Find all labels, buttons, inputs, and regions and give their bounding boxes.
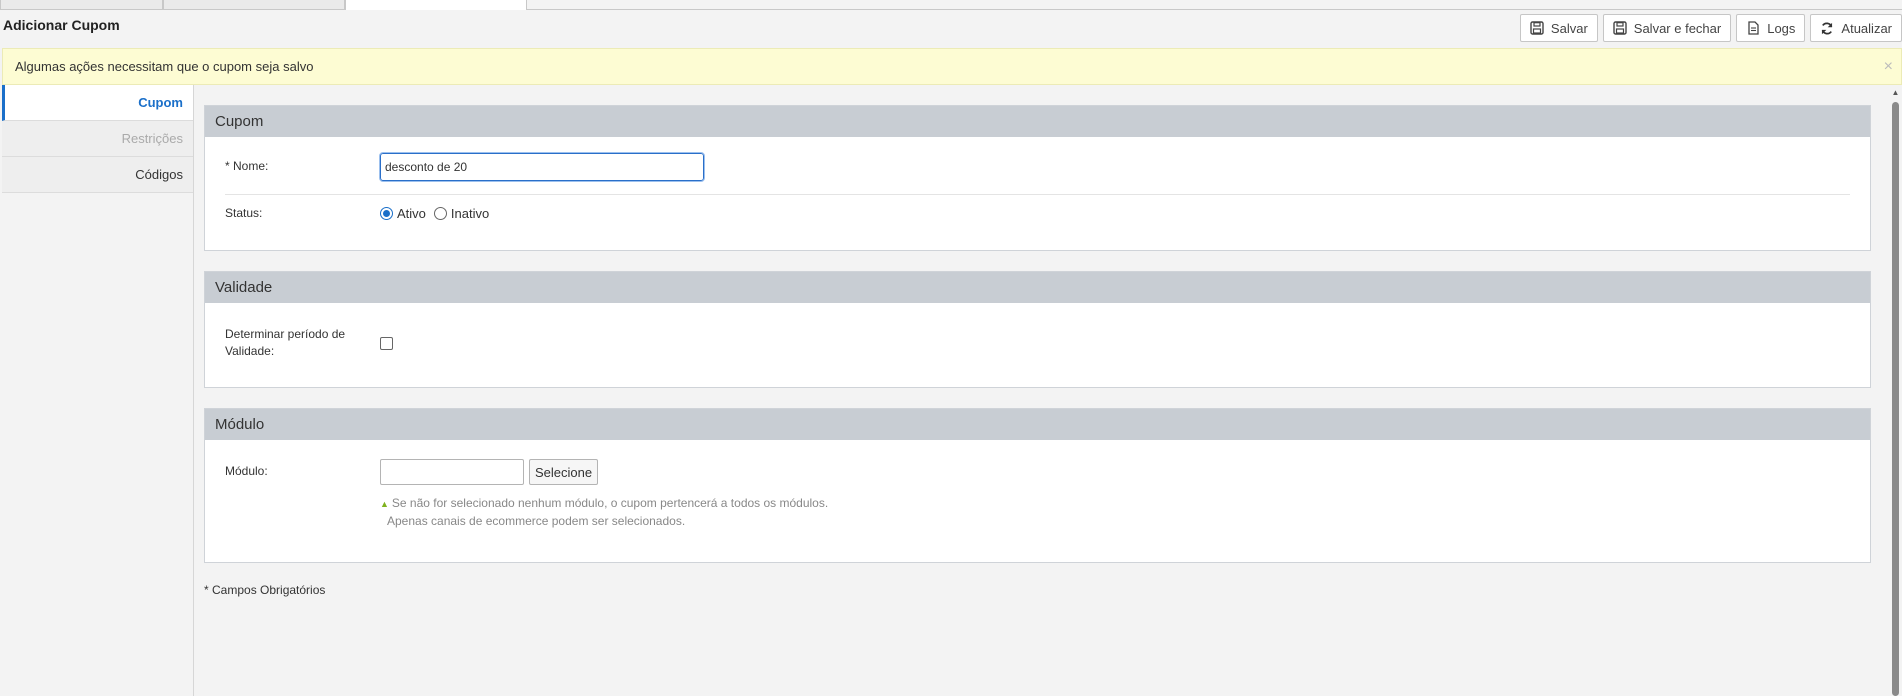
floppy-disk-icon [1530,21,1544,35]
radio-selected-icon [380,206,393,220]
modulo-panel: Módulo Módulo: Selecione ▲ Se não for sel… [204,408,1871,563]
status-active-label: Ativo [397,205,426,221]
sidebar-item-codigos[interactable]: Códigos [2,157,193,193]
page-title: Adicionar Cupom [3,17,120,33]
validity-period-checkbox[interactable] [380,336,393,350]
sidebar-item-restricoes: Restrições [2,121,193,157]
validity-period-label-line2: Validade: [225,344,275,358]
validade-panel: Validade Determinar período de Validade: [204,271,1871,388]
sidebar-item-label: Restrições [121,131,183,146]
sidebar-item-cupom[interactable]: Cupom [2,85,193,121]
scrollbar-thumb[interactable] [1892,102,1899,696]
triangle-up-icon: ▲ [380,499,389,509]
validity-period-label: Determinar período de Validade: [225,326,380,360]
window-tab-strip [0,0,1902,10]
module-hint: ▲ Se não for selecionado nenhum módulo, o… [380,495,828,530]
module-hint-line1: Se não for selecionado nenhum módulo, o … [391,496,829,510]
module-hint-line2: Apenas canais de ecommerce podem ser sel… [387,514,686,528]
validity-period-label-line1: Determinar período de [225,327,346,341]
vertical-scrollbar[interactable]: ▲ [1891,88,1900,696]
save-and-close-button-label: Salvar e fechar [1633,20,1722,36]
refresh-icon [1820,21,1834,35]
floppy-disk-icon [1613,21,1627,35]
status-radio-group: Ativo Inativo [380,206,489,221]
select-module-button[interactable]: Selecione [529,459,599,485]
status-label: Status: [225,205,263,220]
status-active-radio[interactable]: Ativo [380,206,426,221]
name-label: * Nome: [225,159,269,173]
radio-empty-icon [433,206,447,220]
scroll-up-arrow-icon[interactable]: ▲ [1891,88,1900,97]
unsaved-alert: Algumas ações necessitam que o cupom sej… [2,48,1902,85]
save-button[interactable]: Salvar [1519,14,1598,42]
logs-button-label: Logs [1767,20,1796,36]
close-icon[interactable]: × [1884,58,1893,76]
sidebar-item-label: Cupom [138,95,183,110]
module-label: Módulo: [225,464,268,478]
save-button-label: Salvar [1550,20,1588,36]
main-content: Cupom * Nome: Status: Ativo Inativo Vali… [204,105,1871,597]
sidebar-item-label: Códigos [135,167,183,182]
document-icon [1746,21,1760,35]
window-tab[interactable] [0,0,163,9]
required-fields-note: * Campos Obrigatórios [204,583,326,597]
window-tab-active[interactable] [345,0,527,10]
refresh-button-label: Atualizar [1841,20,1892,36]
status-inactive-radio[interactable]: Inativo [433,205,490,221]
window-tab[interactable] [163,0,345,9]
panel-title: Cupom [205,106,1870,137]
panel-title: Módulo [205,409,1870,440]
refresh-button[interactable]: Atualizar [1810,14,1902,42]
status-inactive-label: Inativo [450,205,490,221]
logs-button[interactable]: Logs [1736,14,1806,42]
cupom-panel: Cupom * Nome: Status: Ativo Inativo [204,105,1871,251]
alert-message: Algumas ações necessitam que o cupom sej… [15,59,314,74]
name-input[interactable] [379,151,705,182]
save-and-close-button[interactable]: Salvar e fechar [1602,14,1732,42]
toolbar: Salvar Salvar e fechar Logs Atualizar [1519,14,1902,42]
panel-title: Validade [205,272,1870,303]
sidebar-nav: Cupom Restrições Códigos [2,85,194,696]
module-input[interactable] [380,459,524,485]
